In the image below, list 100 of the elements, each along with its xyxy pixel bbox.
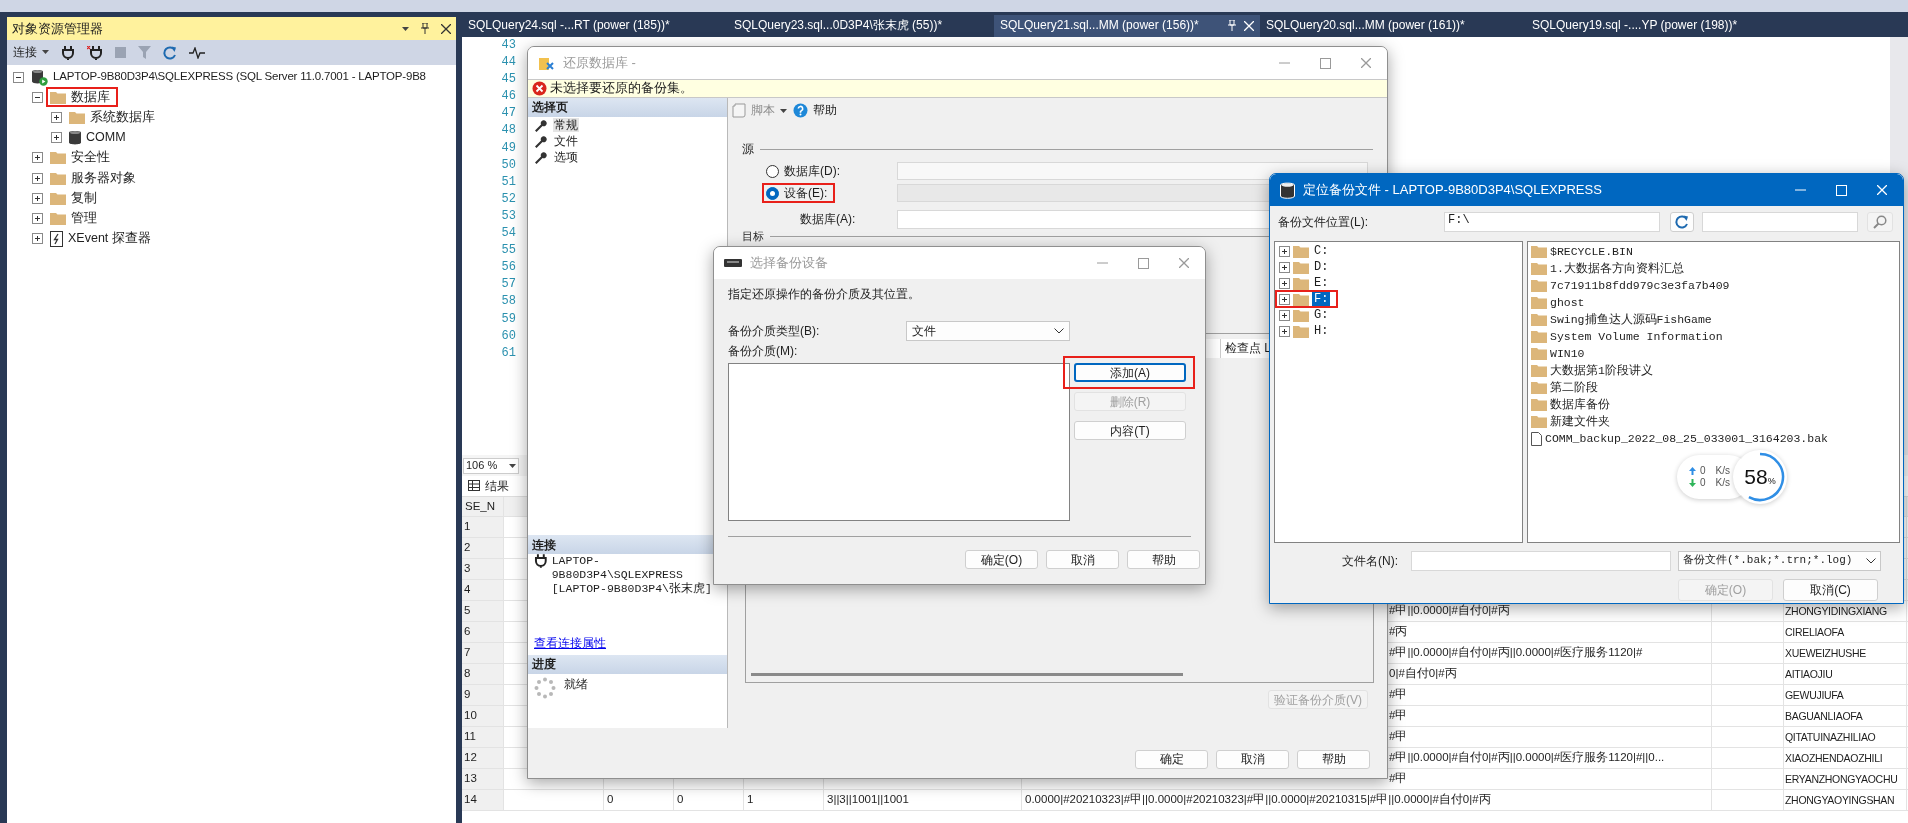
tree-item[interactable]: 复制 <box>71 190 97 206</box>
connection-text: LAPTOP-9B80D3P4\SQLEXPRESS <box>551 554 684 582</box>
editor-tab[interactable]: SQLQuery20.sql...MM (power (161))* <box>1260 14 1526 37</box>
tree-item[interactable]: 安全性 <box>71 150 110 166</box>
dialog-button[interactable]: 取消(C) <box>1783 579 1878 601</box>
table-cell: #甲||0.0000|#自付0|#丙 <box>1389 604 1510 618</box>
page-item[interactable]: 常规 <box>553 117 579 133</box>
dialog-button[interactable]: 取消 <box>1216 749 1289 769</box>
tree-item[interactable]: LAPTOP-9B80D3P4\SQLEXPRESS (SQL Server 11.0.7001 - LAPTOP-9B8 <box>53 70 426 84</box>
file-type-dropdown[interactable]: 备份文件(*.bak;*.trn;*.log) <box>1678 551 1881 571</box>
row-number: 12 <box>464 751 477 765</box>
window-title: 定位备份文件 - LAPTOP-9B80D3P4\SQLEXPRESS <box>1303 182 1602 198</box>
radio-label[interactable]: 数据库(D): <box>784 163 840 179</box>
results-tab[interactable]: 结果 <box>468 478 509 494</box>
tree-item[interactable]: 管理 <box>71 210 97 226</box>
line-number: 59 <box>500 310 516 328</box>
location-field[interactable]: F:\ <box>1444 212 1660 232</box>
file-item[interactable]: $RECYCLE.BIN <box>1550 244 1633 259</box>
tree-item[interactable]: E: <box>1312 275 1331 291</box>
help-button[interactable]: 帮助 <box>793 103 837 118</box>
table-cell: XUEWEIZHUSHE <box>1785 646 1866 660</box>
table-cell: #甲 <box>1389 730 1408 744</box>
editor-tab[interactable]: SQLQuery19.sql -....YP (power (198))* <box>1526 14 1792 37</box>
line-number: 52 <box>500 190 516 208</box>
tree-item[interactable]: G: <box>1312 307 1331 323</box>
section-header: 进度 <box>528 655 727 674</box>
tree-item[interactable]: 系统数据库 <box>90 109 155 125</box>
row-number: 14 <box>464 793 477 807</box>
table-cell: CIRELIAOFA <box>1785 625 1844 639</box>
line-number: 43 <box>500 37 516 54</box>
status-text: 就绪 <box>564 677 588 692</box>
connect-button[interactable]: 连接 <box>13 45 49 60</box>
file-item[interactable]: 新建文件夹 <box>1550 414 1610 429</box>
zoom-dropdown[interactable]: 106 % <box>463 457 519 474</box>
section-label: 源 <box>742 141 754 157</box>
row-number: 11 <box>464 730 476 744</box>
line-number: 45 <box>500 71 516 89</box>
window-title: 还原数据库 - <box>563 55 636 71</box>
table-cell: 0.0000|#20210323|#甲||0.0000|#20210323|#甲||0.0000|#20210315|#甲||0.0000|#自付0|#丙 <box>1025 793 1491 807</box>
row-number: 5 <box>464 604 471 618</box>
file-item[interactable]: 1.大数据各方向资料汇总 <box>1550 261 1684 276</box>
editor-tab[interactable]: SQLQuery23.sql...0D3P4\张末虎 (55))* <box>728 14 994 37</box>
side-button[interactable]: 内容(T) <box>1074 421 1186 440</box>
dialog-button[interactable]: 取消 <box>1046 550 1119 569</box>
file-item[interactable]: Swing捕鱼达人源码FishGame <box>1550 312 1712 327</box>
rate-unit: K/s <box>1715 465 1730 477</box>
file-item[interactable]: System Volume Information <box>1550 329 1723 344</box>
tree-item[interactable]: COMM <box>86 130 126 146</box>
file-item[interactable]: 7c71911b8fdd979c3e3fa7b409 <box>1550 278 1730 293</box>
tree-item[interactable]: F: <box>1312 291 1331 307</box>
page-item[interactable]: 文件 <box>553 133 579 149</box>
line-number: 55 <box>500 242 516 260</box>
tree-item[interactable]: 数据库 <box>71 89 110 105</box>
table-cell: ZHONGYIDINGXIANG <box>1785 604 1887 618</box>
dialog-button[interactable]: 确定 <box>1135 749 1208 769</box>
dialog-button[interactable]: 帮助 <box>1297 749 1370 769</box>
table-cell: AITIAOJIU <box>1785 667 1833 681</box>
section-label: 目标 <box>742 229 764 244</box>
table-cell: QITATUINAZHILIAO <box>1785 730 1876 744</box>
panel-title: 对象资源管理器 <box>12 20 103 37</box>
tree-item[interactable]: H: <box>1312 323 1331 339</box>
instruction-text: 指定还原操作的备份介质及其位置。 <box>728 287 921 303</box>
editor-tab[interactable]: SQLQuery24.sql -...RT (power (185))* <box>462 14 728 37</box>
line-number: 47 <box>500 105 516 123</box>
radio-label[interactable]: 设备(E): <box>784 185 828 201</box>
file-item[interactable]: COMM_backup_2022_08_25_033001_3164203.bak <box>1545 431 1828 446</box>
page-item[interactable]: 选项 <box>553 149 579 165</box>
field-label: 数据库(A): <box>800 212 856 227</box>
media-type-dropdown[interactable]: 文件 <box>906 321 1070 341</box>
file-item[interactable]: WIN10 <box>1550 346 1585 361</box>
tree-item[interactable]: C: <box>1312 243 1331 259</box>
table-cell: GEWUJIUFA <box>1785 688 1844 702</box>
table-cell: 1 <box>747 793 754 807</box>
tree-item[interactable]: D: <box>1312 259 1331 275</box>
file-item[interactable]: 大数据第1阶段讲义 <box>1550 363 1653 378</box>
table-cell: #甲 <box>1389 772 1408 786</box>
file-item[interactable]: 数据库备份 <box>1550 397 1610 412</box>
field-label: 备份介质类型(B): <box>728 323 821 339</box>
table-cell: ZHONGYAOYINGSHAN <box>1785 793 1895 807</box>
row-number: 6 <box>464 625 471 639</box>
file-item[interactable]: ghost <box>1550 295 1585 310</box>
column-header[interactable]: SE_N <box>465 499 496 514</box>
tree-item[interactable]: XEvent 探查器 <box>68 231 151 247</box>
row-number: 2 <box>464 541 471 555</box>
section-header: 选择页 <box>528 98 727 117</box>
link[interactable]: 查看连接属性 <box>534 635 606 650</box>
field-label: 备份文件位置(L): <box>1277 214 1369 230</box>
line-number: 49 <box>500 139 516 157</box>
tree-item[interactable]: 服务器对象 <box>71 170 136 186</box>
table-cell: #甲 <box>1389 709 1408 723</box>
line-number: 44 <box>500 54 516 72</box>
table-cell: 3||3||1001||1001 <box>827 793 909 807</box>
side-button[interactable]: 添加(A) <box>1074 363 1186 382</box>
row-number: 1 <box>464 520 471 534</box>
line-number: 60 <box>500 327 516 345</box>
file-item[interactable]: 第二阶段 <box>1550 380 1598 395</box>
dialog-button[interactable]: 确定(O) <box>965 550 1038 569</box>
dialog-button[interactable]: 帮助 <box>1127 550 1200 569</box>
table-cell: 0 <box>607 793 614 807</box>
window-title: 选择备份设备 <box>750 255 828 271</box>
